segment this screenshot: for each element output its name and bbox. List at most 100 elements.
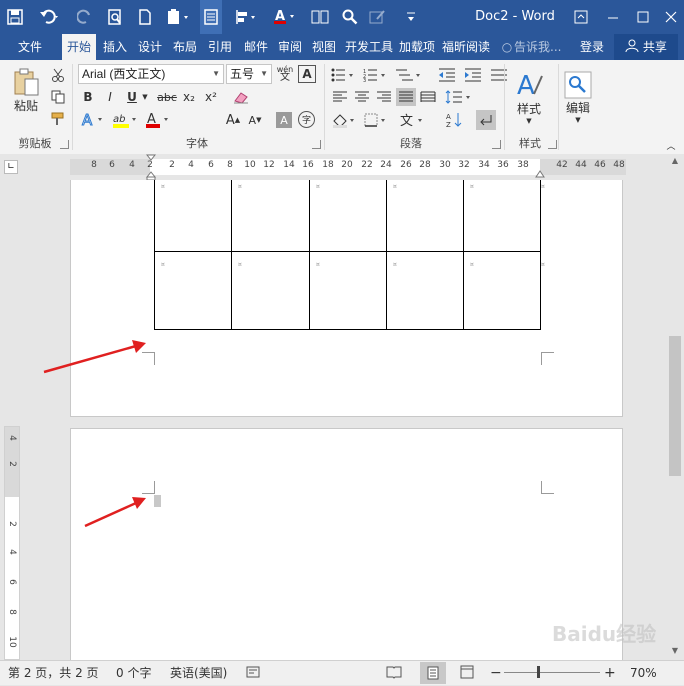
ribbon-display-options-icon[interactable] bbox=[570, 0, 592, 34]
maximize-icon[interactable] bbox=[630, 0, 656, 34]
share-button[interactable]: 共享 bbox=[614, 34, 678, 60]
web-layout-icon[interactable] bbox=[460, 661, 474, 685]
cut-icon[interactable] bbox=[48, 66, 68, 84]
highlight-button[interactable]: ab bbox=[110, 110, 140, 130]
shading-icon[interactable] bbox=[330, 110, 358, 130]
increase-indent-icon[interactable] bbox=[462, 66, 484, 84]
editing-button[interactable]: 编辑 ▼ bbox=[562, 64, 594, 130]
table-cell[interactable] bbox=[386, 251, 464, 330]
minimize-icon[interactable] bbox=[600, 0, 626, 34]
copy-icon[interactable] bbox=[48, 88, 68, 106]
table-cell[interactable] bbox=[463, 180, 541, 252]
line-spacing-icon[interactable] bbox=[444, 88, 474, 106]
document-area[interactable]: ¤ ¤ ¤ ¤ ¤ ¤ ¤ ¤ ¤ ¤ ¤ ¤ bbox=[0, 180, 666, 660]
tab-addins[interactable]: 加载项 bbox=[396, 34, 438, 60]
table-cell[interactable] bbox=[463, 251, 541, 330]
tab-file[interactable]: 文件 bbox=[8, 34, 52, 60]
show-marks-icon[interactable] bbox=[476, 110, 496, 130]
decrease-indent-icon[interactable] bbox=[436, 66, 458, 84]
align-right-icon[interactable] bbox=[374, 88, 394, 106]
align-qat-icon[interactable] bbox=[230, 0, 262, 34]
enclose-char-button[interactable]: 字 bbox=[298, 111, 315, 128]
scroll-up-icon[interactable]: ▲ bbox=[670, 156, 680, 166]
shrink-font-button[interactable]: A ▼ bbox=[246, 110, 264, 130]
table-cell[interactable] bbox=[231, 180, 310, 252]
zoom-in-icon[interactable]: + bbox=[604, 661, 616, 685]
vertical-ruler[interactable]: 4 2 2 4 6 8 10 bbox=[4, 426, 20, 660]
tab-home[interactable]: 开始 bbox=[62, 34, 96, 60]
align-left-icon[interactable] bbox=[330, 88, 350, 106]
table-cell[interactable] bbox=[309, 180, 387, 252]
strikethrough-button[interactable]: abc bbox=[156, 88, 178, 106]
text-effects-button[interactable]: A bbox=[80, 110, 106, 130]
distributed-icon[interactable] bbox=[418, 88, 438, 106]
redo-icon[interactable] bbox=[74, 0, 96, 34]
tab-layout[interactable]: 布局 bbox=[170, 34, 200, 60]
zoom-slider[interactable] bbox=[504, 672, 600, 673]
draw-icon[interactable] bbox=[366, 0, 396, 34]
scroll-down-icon[interactable]: ▼ bbox=[670, 646, 680, 656]
grow-font-button[interactable]: A ▲ bbox=[224, 110, 242, 130]
tab-design[interactable]: 设计 bbox=[134, 34, 166, 60]
borders-icon[interactable] bbox=[362, 110, 390, 130]
save-icon[interactable] bbox=[4, 0, 26, 34]
paste-button[interactable]: 粘贴 bbox=[6, 64, 46, 116]
bullets-icon[interactable] bbox=[330, 66, 358, 84]
page-2[interactable] bbox=[70, 428, 623, 660]
superscript-button[interactable]: x² bbox=[202, 88, 220, 106]
clipboard-qat-icon[interactable] bbox=[162, 0, 194, 34]
scrollbar-thumb[interactable] bbox=[669, 336, 681, 476]
page-view-icon[interactable] bbox=[200, 0, 222, 34]
zoom-out-icon[interactable]: − bbox=[490, 661, 502, 685]
styles-button[interactable]: A 样式 ▼ bbox=[510, 64, 548, 130]
page-count[interactable]: 第 2 页，共 2 页 bbox=[8, 661, 99, 685]
tab-insert[interactable]: 插入 bbox=[100, 34, 130, 60]
paragraph-dialog-launcher[interactable] bbox=[492, 140, 501, 149]
numbering-icon[interactable]: 123 bbox=[362, 66, 390, 84]
font-color-qat-icon[interactable]: A bbox=[268, 0, 300, 34]
sort-icon[interactable]: AZ bbox=[444, 110, 466, 130]
multilevel-list-icon[interactable] bbox=[394, 66, 424, 84]
collapse-ribbon-icon[interactable]: ︿ bbox=[664, 140, 678, 152]
subscript-button[interactable]: x₂ bbox=[180, 88, 198, 106]
indent-markers[interactable] bbox=[146, 154, 156, 180]
tab-selector[interactable]: ∟ bbox=[4, 160, 18, 174]
chinese-layout-icon[interactable] bbox=[488, 66, 510, 84]
word-count[interactable]: 0 个字 bbox=[116, 661, 151, 685]
close-icon[interactable] bbox=[658, 0, 684, 34]
vertical-scrollbar[interactable]: ▲ ▼ bbox=[666, 154, 684, 660]
tab-foxit[interactable]: 福昕阅读 bbox=[442, 34, 490, 60]
asian-layout-icon[interactable]: 文 bbox=[398, 110, 428, 130]
phonetic-guide-button[interactable]: wén 文 bbox=[274, 64, 296, 84]
italic-button[interactable]: I bbox=[102, 88, 118, 106]
font-name-box[interactable]: Arial (西文正文) ▼ bbox=[78, 64, 224, 84]
table-cell[interactable] bbox=[309, 251, 387, 330]
tab-references[interactable]: 引用 bbox=[204, 34, 236, 60]
font-color-button[interactable]: A bbox=[144, 110, 172, 130]
table-cell[interactable] bbox=[154, 251, 232, 330]
font-size-box[interactable]: 五号 ▼ bbox=[226, 64, 272, 84]
customize-qat-icon[interactable] bbox=[402, 0, 420, 34]
styles-dialog-launcher[interactable] bbox=[548, 140, 557, 149]
font-dialog-launcher[interactable] bbox=[312, 140, 321, 149]
clear-formatting-icon[interactable] bbox=[230, 88, 252, 106]
empty-paragraph-mark[interactable] bbox=[154, 495, 161, 507]
char-border-button[interactable]: A bbox=[298, 65, 316, 83]
tab-view[interactable]: 视图 bbox=[308, 34, 340, 60]
new-document-icon[interactable] bbox=[134, 0, 156, 34]
tab-review[interactable]: 审阅 bbox=[274, 34, 306, 60]
macro-record-icon[interactable] bbox=[246, 661, 260, 685]
underline-dropdown-icon[interactable]: ▼ bbox=[140, 88, 150, 106]
underline-button[interactable]: U bbox=[124, 88, 140, 106]
language[interactable]: 英语(美国) bbox=[170, 661, 227, 685]
tab-mailings[interactable]: 邮件 bbox=[240, 34, 272, 60]
tell-me-box[interactable]: ○ 告诉我... bbox=[500, 34, 572, 60]
tab-developer[interactable]: 开发工具 bbox=[344, 34, 394, 60]
search-icon[interactable] bbox=[338, 0, 362, 34]
char-shading-button[interactable]: A bbox=[276, 112, 292, 128]
print-preview-icon[interactable] bbox=[104, 0, 126, 34]
page-1[interactable]: ¤ ¤ ¤ ¤ ¤ ¤ ¤ ¤ ¤ ¤ ¤ ¤ bbox=[70, 180, 623, 417]
read-mode-icon[interactable] bbox=[386, 661, 402, 685]
table-cell[interactable] bbox=[386, 180, 464, 252]
bold-button[interactable]: B bbox=[80, 88, 96, 106]
